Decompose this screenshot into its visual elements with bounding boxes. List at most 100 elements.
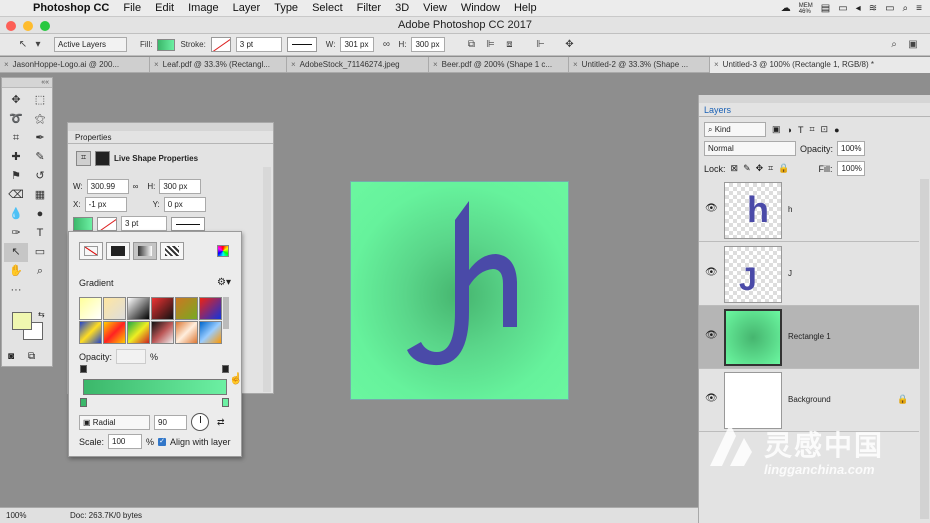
pixel-filter-icon[interactable]: ▣ [772, 124, 781, 135]
list-icon[interactable]: ≡ [916, 3, 922, 14]
type-tool-icon[interactable]: T [28, 224, 52, 243]
lock-position-icon[interactable]: ✥ [756, 163, 764, 174]
stroke-type-dropdown[interactable] [286, 37, 317, 52]
gradient-style-dropdown[interactable]: ▣ Radial [79, 414, 150, 430]
color-stop-right[interactable] [222, 398, 229, 407]
close-icon[interactable]: × [433, 60, 438, 69]
brush-tool-icon[interactable]: ✎ [28, 148, 52, 167]
gradient-preset[interactable] [103, 321, 126, 344]
layers-scrollbar[interactable] [920, 179, 929, 519]
fill-field[interactable]: 100% [837, 161, 866, 176]
menu-3d[interactable]: 3D [388, 0, 416, 17]
layer-row-h[interactable]: 👁 h h [699, 179, 919, 242]
more-tools-icon[interactable]: ··· [4, 281, 28, 300]
stroke-type-dropdown[interactable] [171, 216, 205, 231]
tab-jasonhoppe-logo[interactable]: × JasonHoppe-Logo.ai @ 200... [0, 57, 150, 73]
scale-field[interactable]: 100 [108, 434, 143, 449]
document-info[interactable]: Doc: 263.7K/0 bytes [70, 508, 142, 523]
close-window-button[interactable] [6, 21, 16, 31]
lock-all-icon[interactable]: 🔒 [778, 163, 789, 174]
scrollbar[interactable] [263, 167, 271, 392]
width-field[interactable]: 300.99 px [86, 179, 129, 204]
width-field[interactable]: 301 px [340, 37, 375, 52]
gradient-preset[interactable] [175, 297, 198, 320]
fill-swatch[interactable] [157, 38, 176, 51]
opacity-field[interactable]: 100% [837, 141, 866, 156]
gradient-preset[interactable] [127, 297, 150, 320]
stroke-swatch[interactable] [210, 37, 231, 52]
gradient-preset[interactable] [151, 321, 174, 344]
height-field[interactable]: 300 px [159, 179, 202, 194]
gradient-preset[interactable] [79, 297, 102, 320]
search-icon[interactable]: ⌕ [887, 39, 901, 50]
close-icon[interactable]: × [154, 60, 159, 69]
gradient-preset[interactable] [199, 321, 222, 344]
align-edges-icon[interactable]: ⊩ [533, 39, 547, 50]
path-selection-icon[interactable]: ↖ [16, 39, 30, 50]
gradient-fill-button[interactable] [133, 242, 157, 260]
tab-layers[interactable]: Layers [699, 103, 930, 117]
link-icon[interactable]: ∞ [133, 182, 139, 191]
gradient-preset[interactable] [175, 321, 198, 344]
x-field[interactable]: -1 px [84, 197, 127, 212]
mask-icon[interactable] [95, 151, 110, 166]
reverse-gradient-icon[interactable]: ⇄ [217, 417, 225, 428]
select-layers-dropdown[interactable]: Active Layers [54, 37, 127, 52]
move-tool-icon[interactable]: ✥ [4, 91, 28, 110]
menu-help[interactable]: Help [507, 0, 544, 17]
tab-beer[interactable]: × Beer.pdf @ 200% (Shape 1 c... [429, 57, 569, 73]
gradient-preset[interactable] [199, 297, 222, 320]
blend-mode-dropdown[interactable]: Normal [704, 141, 796, 156]
healing-brush-tool-icon[interactable]: ✚ [4, 148, 28, 167]
lock-pixels-icon[interactable]: ✎ [743, 163, 751, 174]
pattern-fill-button[interactable] [160, 242, 184, 260]
blur-tool-icon[interactable]: 💧 [4, 205, 28, 224]
workspace-icon[interactable]: ▣ [906, 39, 920, 50]
layer-row-rectangle-1[interactable]: 👁 Rectangle 1 [699, 306, 919, 369]
zoom-tool-icon[interactable]: ⌕ [28, 262, 52, 281]
eraser-tool-icon[interactable]: ⌫ [4, 186, 28, 205]
path-arrangement-icon[interactable]: ⧈ [502, 39, 516, 50]
layer-name[interactable]: h [788, 205, 792, 214]
volume-icon[interactable]: ◂ [856, 3, 861, 14]
history-brush-tool-icon[interactable]: ↺ [28, 167, 52, 186]
path-alignment-icon[interactable]: ⊫ [483, 39, 497, 50]
search-icon[interactable]: ⌕ [903, 3, 909, 14]
gradient-preset[interactable] [127, 321, 150, 344]
opacity-stop-right[interactable] [222, 365, 229, 373]
layer-name[interactable]: Rectangle 1 [788, 332, 831, 341]
menu-window[interactable]: Window [454, 0, 507, 17]
battery-icon[interactable]: ▭ [885, 3, 894, 14]
eyedropper-tool-icon[interactable]: ✒ [28, 129, 52, 148]
filter-toggle-icon[interactable]: ● [834, 125, 839, 135]
path-operations-icon[interactable]: ⧉ [464, 39, 478, 50]
fill-swatch[interactable] [73, 216, 93, 231]
eye-icon[interactable]: 👁 [705, 330, 718, 341]
gradient-preset[interactable] [151, 297, 174, 320]
quick-mask-icon[interactable]: ◙ [8, 351, 14, 362]
height-field[interactable]: 300 px [411, 37, 446, 52]
menu-image[interactable]: Image [181, 0, 226, 17]
creative-cloud-icon[interactable]: ☁ [781, 3, 791, 14]
clipboard-icon[interactable]: ▤ [821, 3, 830, 14]
color-picker-icon[interactable] [217, 245, 229, 257]
gear-icon[interactable]: ⚙▾ [217, 277, 231, 288]
transform-icon[interactable]: ⌗ [76, 151, 91, 166]
lock-artboard-icon[interactable]: ⌗ [768, 163, 773, 174]
close-icon[interactable]: × [4, 60, 9, 69]
menu-select[interactable]: Select [305, 0, 350, 17]
foreground-color-swatch[interactable] [12, 312, 32, 330]
opacity-field[interactable] [116, 349, 147, 364]
canvas-artboard[interactable] [350, 181, 569, 400]
tab-leaf[interactable]: × Leaf.pdf @ 33.3% (Rectangl... [150, 57, 287, 73]
stroke-width-field[interactable]: 3 pt [235, 37, 282, 52]
adjustment-filter-icon[interactable]: ◑ [787, 125, 792, 135]
display-icon[interactable]: ▭ [838, 3, 847, 14]
close-icon[interactable]: × [714, 60, 719, 69]
stroke-swatch[interactable] [97, 216, 117, 231]
clone-stamp-tool-icon[interactable]: ⚑ [4, 167, 28, 186]
chevron-down-icon[interactable]: ▾ [35, 39, 41, 50]
gear-icon[interactable]: ✥ [562, 39, 576, 50]
minimize-window-button[interactable] [23, 21, 33, 31]
eye-icon[interactable]: 👁 [705, 267, 718, 278]
